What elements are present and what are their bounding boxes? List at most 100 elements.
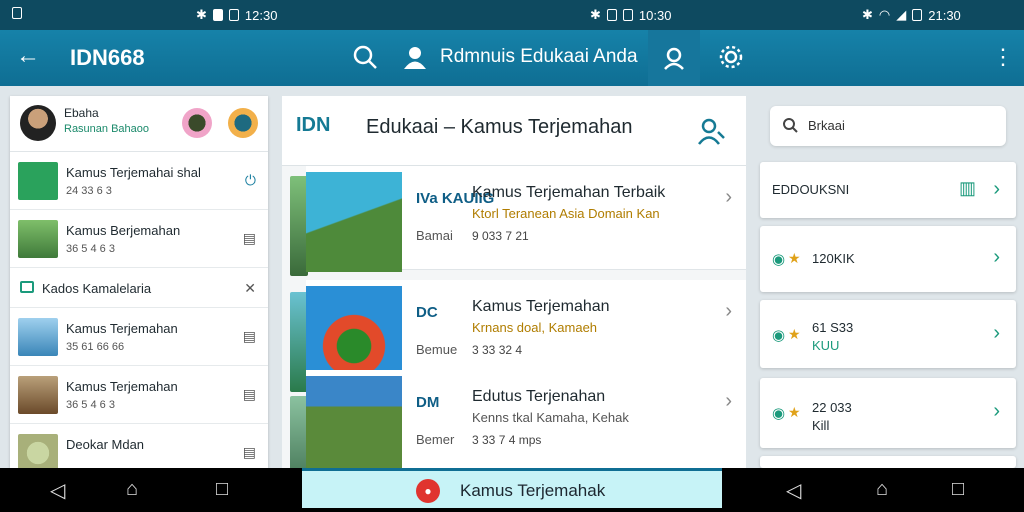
status-time-center: 10:30 bbox=[638, 7, 672, 23]
profile-add-icon[interactable] bbox=[696, 116, 726, 151]
avatar[interactable] bbox=[20, 105, 56, 141]
page-title: Edukaai – Kamus Terjemahan bbox=[366, 116, 633, 138]
item-title: Deokar Mdan bbox=[66, 437, 145, 452]
card-icon[interactable]: ▤ bbox=[243, 444, 256, 461]
chevron-right-icon[interactable]: › bbox=[993, 400, 1000, 423]
status-group-1: ✱ 12:30 bbox=[196, 7, 277, 23]
app-title: IDN668 bbox=[70, 45, 145, 70]
bluetooth-icon: ✱ bbox=[862, 7, 873, 22]
category-card[interactable]: ◉ ★ 61 S33 KUU › bbox=[760, 300, 1016, 368]
app-badge-icon[interactable] bbox=[228, 108, 258, 138]
account-name: Ebaha bbox=[64, 106, 99, 120]
thumbnail bbox=[18, 376, 58, 414]
result-card[interactable]: IVa KAUIIG Kamus Terjemahan Terbaik Ktor… bbox=[306, 166, 746, 272]
result-card[interactable]: DM Edutus Terjenahan Kenns tkal Kamaha, … bbox=[306, 370, 746, 468]
more-options-icon[interactable]: ⋮ bbox=[992, 46, 1014, 68]
coin-icon: ◉ bbox=[772, 405, 786, 422]
banner-row[interactable]: Kados Kamalelaria ✕ bbox=[10, 268, 268, 308]
back-arrow-icon[interactable]: ← bbox=[16, 44, 40, 68]
battery-icon bbox=[228, 9, 239, 21]
result-card[interactable]: DC Kamus Terjemahan Krnans doal, Kamaeh … bbox=[306, 280, 746, 386]
chevron-right-icon[interactable]: › bbox=[993, 322, 1000, 345]
item-meta: 24 33 6 3 bbox=[66, 185, 112, 197]
star-icon: ★ bbox=[788, 250, 801, 266]
card-subtitle: Ktorl Teranean Asia Domain Kan bbox=[472, 206, 660, 221]
nav-home-icon[interactable]: ⌂ bbox=[876, 478, 888, 501]
status-time-right: 21:30 bbox=[928, 7, 961, 23]
timer-icon[interactable]: ⏻ bbox=[245, 172, 256, 189]
account-subtitle: Rasunan Bahaoo bbox=[64, 123, 150, 135]
app-bar: ← IDN668 Rdmnuis Edukaai Anda ⋮ bbox=[0, 30, 1024, 86]
nav-back-icon[interactable]: ◁ bbox=[786, 478, 801, 503]
nav-home-icon[interactable]: ⌂ bbox=[126, 478, 138, 501]
nav-recents-icon[interactable]: □ bbox=[952, 478, 964, 501]
signal-icon bbox=[606, 9, 617, 21]
close-search-icon[interactable]: ✕ bbox=[244, 280, 256, 297]
wifi-icon: ◠ bbox=[878, 7, 891, 22]
bluetooth-icon: ✱ bbox=[196, 7, 207, 22]
card-meta: Bemer bbox=[416, 432, 455, 447]
list-item[interactable]: Deokar Mdan ▤ bbox=[10, 424, 268, 468]
sim-icon bbox=[212, 9, 223, 21]
search-text: Brkaai bbox=[808, 118, 845, 133]
card-value: 3 33 7 4 mps bbox=[472, 433, 542, 447]
card-subtitle: Krnans doal, Kamaeh bbox=[472, 320, 598, 335]
status-time-left: 12:30 bbox=[244, 7, 278, 23]
card-meta: Bamai bbox=[416, 228, 453, 243]
nav-recents-icon[interactable]: □ bbox=[216, 478, 228, 501]
category-card[interactable]: EDDOUKSNI ▥ › bbox=[760, 162, 1016, 218]
item-meta: 36 5 4 6 3 bbox=[66, 243, 115, 255]
card-brand: DM bbox=[416, 394, 440, 411]
category-card[interactable] bbox=[760, 456, 1016, 468]
item-title: Kamus Terjemahai shal bbox=[66, 165, 201, 180]
category-sub: Kill bbox=[812, 418, 830, 433]
battery-icon bbox=[912, 9, 923, 21]
list-item[interactable]: Kamus Terjemahan 35 61 66 66 ▤ bbox=[10, 308, 268, 366]
bluetooth-icon: ✱ bbox=[590, 7, 601, 22]
chevron-right-icon[interactable]: › bbox=[725, 390, 732, 413]
chevron-right-icon[interactable]: › bbox=[993, 246, 1000, 269]
card-title: Kamus Terjemahan bbox=[472, 298, 610, 315]
checkbox-icon[interactable] bbox=[20, 281, 34, 293]
app-logo-icon: ● bbox=[416, 479, 440, 503]
thumbnail bbox=[18, 434, 58, 468]
status-bar: ✱ 12:30 ✱ 10:30 ✱ ◠ ◢ 21:30 bbox=[0, 0, 1024, 30]
app-badge-icon[interactable] bbox=[182, 108, 212, 138]
center-panel: IDN Edukaai – Kamus Terjemahan IVa KAUII… bbox=[282, 96, 746, 468]
card-icon[interactable]: ▤ bbox=[243, 386, 256, 403]
left-panel: Ebaha Rasunan Bahaoo Kamus Terjemahai sh… bbox=[10, 96, 268, 468]
card-title: Edutus Terjenahan bbox=[472, 388, 606, 405]
star-icon: ★ bbox=[788, 404, 801, 420]
list-item[interactable]: Kamus Terjemahai shal 24 33 6 3 ⏻ bbox=[10, 152, 268, 210]
profile-button[interactable] bbox=[648, 30, 700, 86]
chevron-right-icon[interactable]: › bbox=[725, 186, 732, 209]
coin-icon: ◉ bbox=[772, 327, 786, 344]
card-icon[interactable]: ▤ bbox=[243, 230, 256, 247]
settings-gear-icon[interactable] bbox=[718, 44, 744, 75]
nav-back-icon[interactable]: ◁ bbox=[50, 478, 65, 503]
center-header: IDN Edukaai – Kamus Terjemahan bbox=[282, 96, 746, 166]
card-icon[interactable]: ▤ bbox=[243, 328, 256, 345]
account-header[interactable]: Ebaha Rasunan Bahaoo bbox=[10, 96, 268, 152]
item-title: Kamus Terjemahan bbox=[66, 321, 178, 336]
category-label: 22 033 bbox=[812, 400, 852, 415]
item-title: Kamus Berjemahan bbox=[66, 223, 181, 238]
user-icon[interactable] bbox=[402, 44, 428, 75]
category-card[interactable]: ◉ ★ 22 033 Kill › bbox=[760, 378, 1016, 448]
app-subtitle: Rdmnuis Edukaai Anda bbox=[440, 46, 638, 67]
chevron-right-icon[interactable]: › bbox=[725, 300, 732, 323]
search-field[interactable]: Brkaai bbox=[770, 106, 1006, 146]
coin-icon: ◉ bbox=[772, 251, 786, 268]
list-item[interactable]: Kamus Berjemahan 36 5 4 6 3 ▤ bbox=[10, 210, 268, 268]
bottom-toast-bar[interactable]: ● Kamus Terjemahak bbox=[302, 468, 722, 508]
category-card[interactable]: ◉ ★ 120KIK › bbox=[760, 226, 1016, 292]
item-title: Kamus Terjemahan bbox=[66, 379, 178, 394]
list-item[interactable]: Kamus Terjemahan 36 5 4 6 3 ▤ bbox=[10, 366, 268, 424]
chevron-right-icon[interactable]: › bbox=[993, 178, 1000, 201]
signal-icon: ◢ bbox=[896, 7, 907, 22]
status-left-icons bbox=[12, 7, 22, 19]
card-subtitle: Kenns tkal Kamaha, Kehak bbox=[472, 410, 629, 425]
search-icon bbox=[782, 117, 798, 138]
search-icon[interactable] bbox=[352, 44, 378, 75]
status-group-2: ✱ 10:30 bbox=[590, 7, 671, 23]
